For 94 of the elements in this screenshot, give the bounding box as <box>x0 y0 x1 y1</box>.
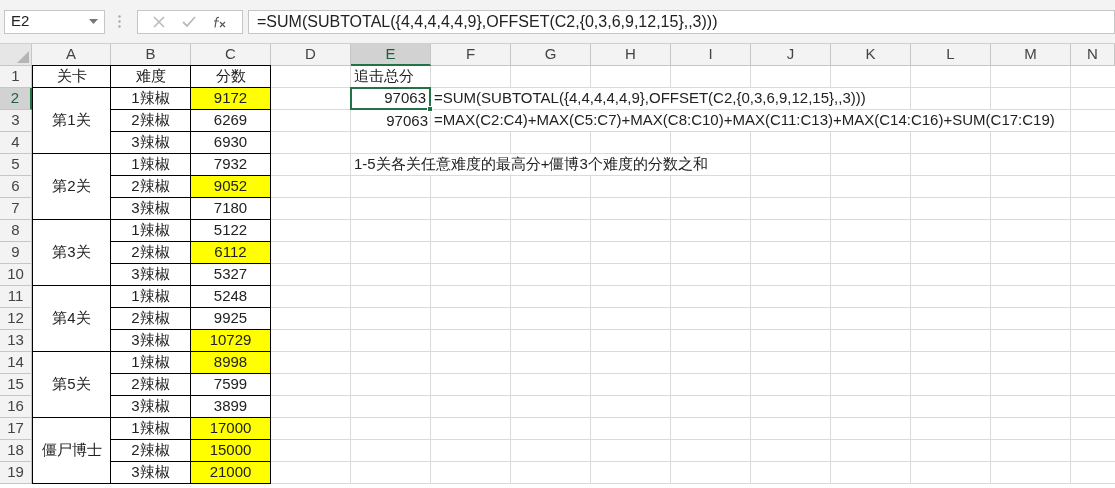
table-cell[interactable]: 3辣椒 <box>111 264 191 286</box>
table-cell[interactable]: 1辣椒 <box>111 418 191 440</box>
table-cell[interactable]: 2辣椒 <box>111 176 191 198</box>
table-cell[interactable]: 5327 <box>191 264 271 286</box>
row-header[interactable]: 17 <box>0 418 32 440</box>
table-cell[interactable]: 2辣椒 <box>111 308 191 330</box>
cancel-icon[interactable] <box>152 15 165 28</box>
column-header[interactable]: K <box>831 44 911 66</box>
column-header[interactable]: M <box>991 44 1071 66</box>
column-header[interactable]: B <box>111 44 191 66</box>
table-cell[interactable]: 2辣椒 <box>111 440 191 462</box>
active-cell[interactable]: 97063 <box>350 87 431 110</box>
cell-reference: E2 <box>11 11 30 32</box>
select-all-icon[interactable] <box>17 51 29 63</box>
table-cell[interactable]: 1辣椒 <box>111 154 191 176</box>
table-cell[interactable]: 6112 <box>191 242 271 264</box>
row-header[interactable]: 7 <box>0 198 32 220</box>
row-header[interactable]: 19 <box>0 462 32 484</box>
row-header[interactable]: 10 <box>0 264 32 286</box>
table-cell[interactable]: 21000 <box>191 462 271 484</box>
table-cell[interactable]: 6269 <box>191 110 271 132</box>
row-header[interactable]: 18 <box>0 440 32 462</box>
column-header[interactable]: A <box>32 44 111 66</box>
table-cell[interactable]: 1辣椒 <box>111 88 191 110</box>
row-header[interactable]: 2 <box>0 88 32 110</box>
table-header-cell[interactable]: 难度 <box>111 65 191 88</box>
column-header[interactable]: J <box>751 44 831 66</box>
row-header[interactable]: 9 <box>0 242 32 264</box>
cell-text[interactable]: =SUM(SUBTOTAL({4,4,4,4,4,9},OFFSET(C2,{0,3,6,9,12,15},,3))) <box>431 88 868 109</box>
table-cell[interactable]: 9925 <box>191 308 271 330</box>
row-header[interactable]: 15 <box>0 374 32 396</box>
cell-text[interactable]: =MAX(C2:C4)+MAX(C5:C7)+MAX(C8:C10)+MAX(C11:C13)+MAX(C14:C16)+SUM(C17:C19) <box>431 110 1057 131</box>
table-cell[interactable]: 3辣椒 <box>111 462 191 484</box>
table-cell[interactable]: 10729 <box>191 330 271 352</box>
table-cell[interactable]: 15000 <box>191 440 271 462</box>
table-cell[interactable]: 1辣椒 <box>111 220 191 242</box>
table-cell[interactable]: 9052 <box>191 176 271 198</box>
name-box[interactable]: E2 <box>4 9 105 34</box>
table-cell[interactable]: 97063 <box>351 110 431 132</box>
row-header[interactable]: 16 <box>0 396 32 418</box>
row-header[interactable]: 11 <box>0 286 32 308</box>
table-cell[interactable]: 5248 <box>191 286 271 308</box>
column-header[interactable]: G <box>511 44 591 66</box>
table-cell[interactable]: 9172 <box>191 88 271 110</box>
column-header[interactable]: F <box>431 44 511 66</box>
function-icon[interactable] <box>213 15 228 28</box>
formula-input[interactable]: =SUM(SUBTOTAL({4,4,4,4,4,9},OFFSET(C2,{0,3,6,9,12,15},,3))) <box>248 9 1115 34</box>
merged-cell[interactable]: 僵尸博士 <box>32 418 111 484</box>
table-cell[interactable]: 3辣椒 <box>111 198 191 220</box>
table-cell[interactable]: 17000 <box>191 418 271 440</box>
fill-handle[interactable] <box>427 106 433 112</box>
row-header[interactable]: 12 <box>0 308 32 330</box>
row-header[interactable]: 8 <box>0 220 32 242</box>
table-header-cell[interactable]: 分数 <box>191 65 271 88</box>
table-cell[interactable]: 3辣椒 <box>111 396 191 418</box>
dropdown-caret-icon <box>89 19 98 24</box>
row-header[interactable]: 13 <box>0 330 32 352</box>
merged-cell[interactable]: 第3关 <box>32 220 111 286</box>
table-cell[interactable]: 2辣椒 <box>111 110 191 132</box>
formula-text: =SUM(SUBTOTAL({4,4,4,4,4,9},OFFSET(C2,{0,3,6,9,12,15},,3))) <box>257 11 718 32</box>
merged-cell[interactable]: 第4关 <box>32 286 111 352</box>
table-cell[interactable]: 5122 <box>191 220 271 242</box>
table-cell[interactable]: 1辣椒 <box>111 352 191 374</box>
merged-cell[interactable]: 第2关 <box>32 154 111 220</box>
number-cell-text: 97063 <box>384 88 426 109</box>
table-header-cell[interactable]: 关卡 <box>32 65 111 88</box>
table-cell[interactable]: 1辣椒 <box>111 286 191 308</box>
table-cell[interactable]: 2辣椒 <box>111 242 191 264</box>
table-cell[interactable]: 3辣椒 <box>111 330 191 352</box>
column-header[interactable]: L <box>911 44 991 66</box>
merged-cell[interactable]: 第5关 <box>32 352 111 418</box>
table-cell[interactable]: 3辣椒 <box>111 132 191 154</box>
column-header[interactable]: D <box>271 44 351 66</box>
column-header[interactable]: E <box>351 44 431 66</box>
table-cell[interactable]: 7180 <box>191 198 271 220</box>
drag-handle-icon[interactable] <box>118 15 121 28</box>
table-cell[interactable]: 7599 <box>191 374 271 396</box>
table-cell[interactable]: 3899 <box>191 396 271 418</box>
row-header[interactable]: 5 <box>0 154 32 176</box>
column-header[interactable]: C <box>191 44 271 66</box>
table-cell[interactable]: 6930 <box>191 132 271 154</box>
column-header[interactable]: I <box>671 44 751 66</box>
row-header[interactable]: 14 <box>0 352 32 374</box>
table-cell[interactable]: 8998 <box>191 352 271 374</box>
column-header[interactable]: N <box>1071 44 1115 66</box>
column-header[interactable]: H <box>591 44 671 66</box>
row-header[interactable]: 4 <box>0 132 32 154</box>
row-header[interactable]: 3 <box>0 110 32 132</box>
row-header[interactable]: 1 <box>0 66 32 88</box>
table-cell[interactable]: 7932 <box>191 154 271 176</box>
table-cell[interactable]: 2辣椒 <box>111 374 191 396</box>
row-header[interactable]: 6 <box>0 176 32 198</box>
merged-cell[interactable]: 第1关 <box>32 88 111 154</box>
enter-check-icon[interactable] <box>182 16 196 27</box>
